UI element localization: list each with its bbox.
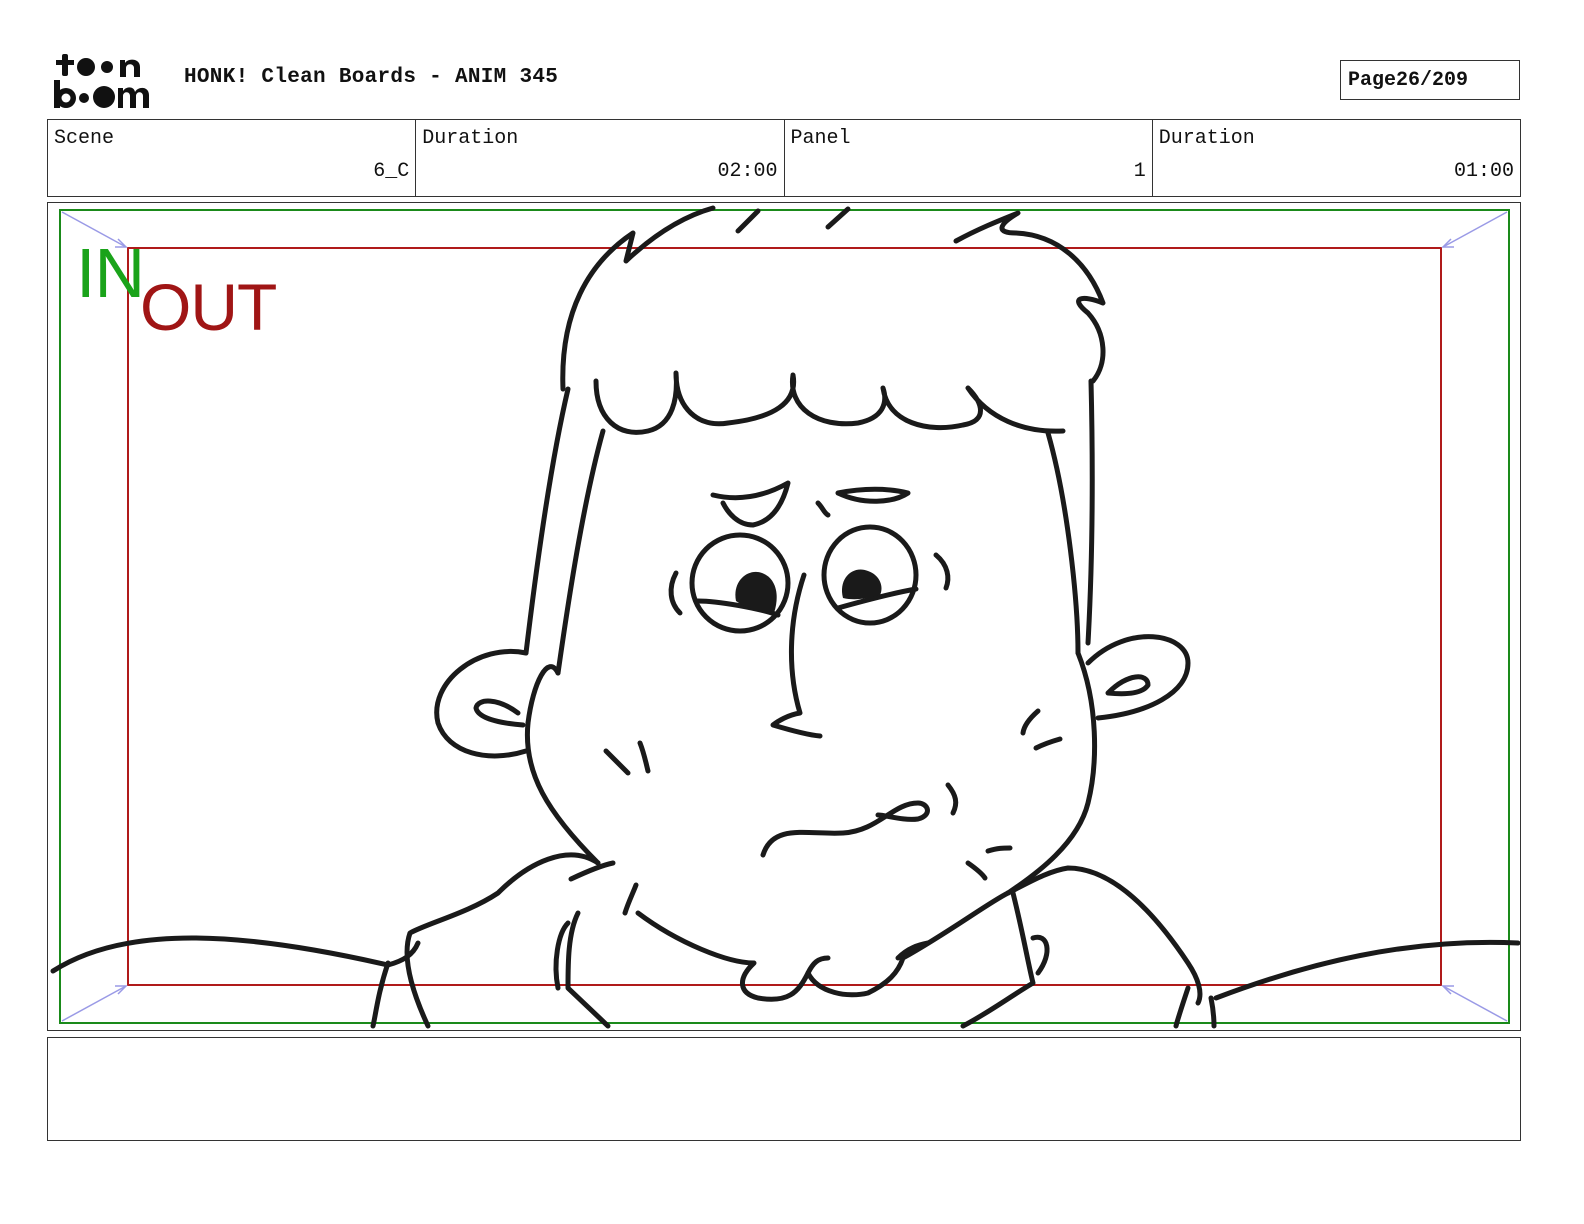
out-frame-label: OUT <box>140 270 277 344</box>
panel-notes-box[interactable] <box>47 1037 1521 1141</box>
panel-duration-label: Duration <box>1158 127 1255 150</box>
scene-duration-cell: Duration 02:00 <box>416 120 785 196</box>
panel-value: 1 <box>1133 160 1146 183</box>
page-indicator: Page 26/209 <box>1340 60 1520 100</box>
scene-info-table: Scene 6_C Duration 02:00 Panel 1 Duratio… <box>47 119 1521 197</box>
scene-cell: Scene 6_C <box>48 120 417 196</box>
scene-duration-value: 02:00 <box>717 160 778 183</box>
pupils <box>735 569 882 613</box>
in-frame-label: IN <box>76 234 145 312</box>
document-title: HONK! Clean Boards - ANIM 345 <box>184 66 559 89</box>
out-camera-frame <box>127 247 1442 986</box>
camera-move-arrows <box>61 211 1508 1022</box>
panel-duration-value: 01:00 <box>1453 160 1514 183</box>
scene-label: Scene <box>54 127 115 150</box>
panel-cell: Panel 1 <box>785 120 1153 196</box>
page-value: 26/209 <box>1396 68 1469 92</box>
panel-label: Panel <box>790 127 851 150</box>
in-camera-frame <box>59 209 1510 1024</box>
panel-duration-cell: Duration 01:00 <box>1153 120 1520 196</box>
toon-boom-logo <box>54 54 149 108</box>
scene-duration-label: Duration <box>422 127 519 150</box>
scene-value: 6_C <box>373 160 410 183</box>
page-label: Page <box>1348 68 1397 92</box>
storyboard-panel[interactable]: IN OUT <box>47 202 1521 1031</box>
